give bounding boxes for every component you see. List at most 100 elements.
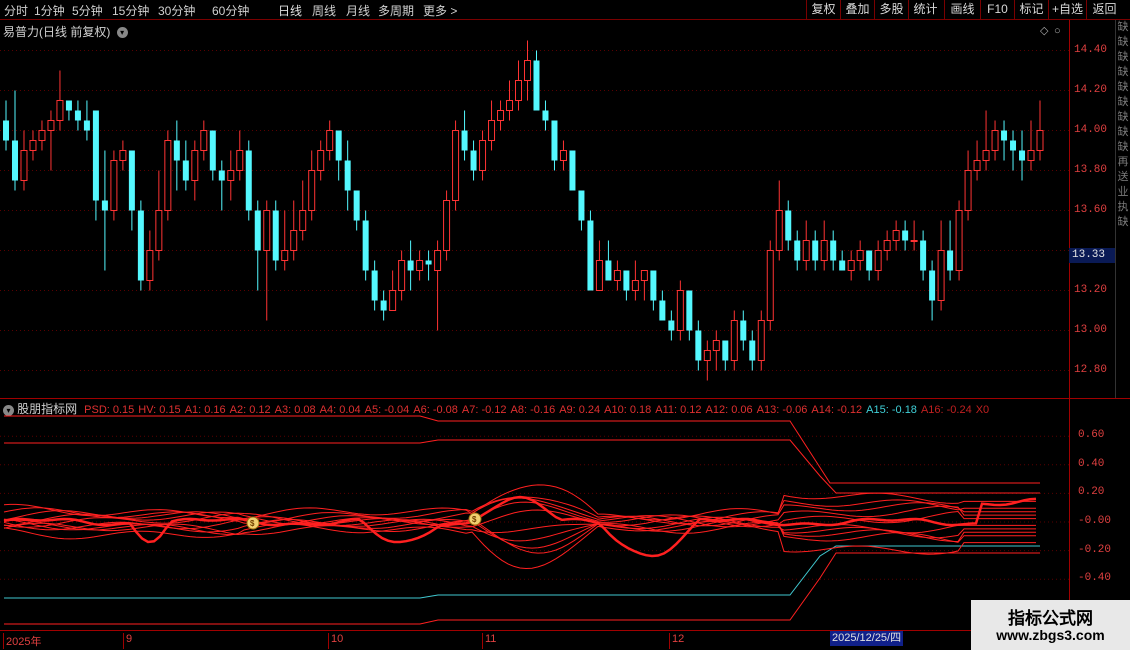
candle bbox=[236, 130, 244, 181]
candle bbox=[263, 200, 271, 321]
candle bbox=[335, 130, 342, 181]
candle bbox=[47, 110, 55, 171]
candle bbox=[101, 150, 108, 271]
candle bbox=[191, 140, 199, 201]
candle bbox=[389, 270, 397, 311]
candle bbox=[65, 100, 72, 121]
candle bbox=[631, 260, 639, 301]
candle bbox=[668, 310, 675, 341]
candle bbox=[398, 250, 406, 301]
price-tick-label: 14.40 bbox=[1074, 43, 1108, 56]
candle bbox=[802, 220, 810, 271]
candle bbox=[595, 240, 603, 291]
price-tick-label: 14.20 bbox=[1074, 83, 1108, 96]
price-tick-label: 12.80 bbox=[1074, 363, 1108, 376]
candle bbox=[533, 50, 540, 111]
candle bbox=[551, 120, 558, 171]
candle bbox=[686, 290, 693, 341]
candle bbox=[623, 270, 630, 301]
candlestick-chart[interactable]: ◇ ○ bbox=[0, 0, 1069, 398]
candle bbox=[434, 240, 442, 331]
watermark-url: www.zbgs3.com bbox=[996, 627, 1105, 643]
candle bbox=[173, 120, 180, 191]
candle bbox=[1001, 120, 1008, 161]
date-cursor-label: 2025/12/25/四 bbox=[830, 631, 904, 646]
candle bbox=[164, 130, 172, 221]
price-tick-label: 13.80 bbox=[1074, 163, 1108, 176]
candle bbox=[578, 190, 585, 231]
indicator-tick-label: -0.20 bbox=[1078, 543, 1112, 556]
candle bbox=[676, 280, 684, 341]
toolbar-button-8[interactable]: 返回 bbox=[1086, 0, 1122, 19]
candle bbox=[245, 140, 252, 221]
candle bbox=[29, 130, 37, 161]
candle bbox=[929, 260, 936, 321]
candle bbox=[523, 40, 531, 101]
candle bbox=[281, 210, 289, 271]
candle bbox=[515, 60, 523, 111]
candle bbox=[740, 310, 747, 351]
date-tick-label: 9 bbox=[123, 633, 132, 649]
candle bbox=[218, 160, 225, 211]
candle bbox=[650, 270, 657, 311]
candle bbox=[785, 200, 792, 251]
candle bbox=[317, 140, 325, 181]
candle bbox=[866, 250, 873, 281]
candle bbox=[569, 150, 576, 191]
candle bbox=[794, 230, 801, 271]
candle bbox=[362, 210, 369, 281]
candle bbox=[659, 290, 666, 321]
candle bbox=[1027, 120, 1035, 171]
svg-text:$: $ bbox=[250, 519, 255, 528]
side-strip-char: 缺 bbox=[1117, 96, 1129, 108]
candle bbox=[883, 230, 891, 261]
candle bbox=[146, 230, 154, 291]
date-tick-label: 10 bbox=[328, 633, 343, 649]
price-tick-label: 13.60 bbox=[1074, 203, 1108, 216]
indicator-line bbox=[3, 521, 1036, 570]
candle bbox=[506, 80, 514, 121]
lower-band-cyan bbox=[4, 545, 1040, 599]
candle bbox=[542, 100, 549, 131]
candle bbox=[749, 330, 756, 371]
candle bbox=[290, 200, 298, 261]
candle bbox=[1036, 100, 1044, 161]
lower-band-outer bbox=[4, 552, 1040, 625]
candle bbox=[488, 100, 496, 151]
candle bbox=[254, 200, 261, 291]
indicator-tick-label: -0.40 bbox=[1078, 572, 1112, 585]
candle bbox=[947, 220, 954, 281]
price-tick-label: 14.00 bbox=[1074, 123, 1108, 136]
candle bbox=[559, 140, 567, 171]
date-tick-label: 12 bbox=[669, 633, 684, 649]
indicator-chart[interactable]: $ $ bbox=[0, 398, 1069, 630]
side-info-strip: 缺缺缺缺缺缺缺缺缺再送业执缺 bbox=[1115, 20, 1130, 398]
candle bbox=[326, 120, 334, 161]
candle bbox=[74, 100, 81, 131]
candle bbox=[227, 150, 235, 201]
candle bbox=[613, 260, 621, 291]
candle bbox=[479, 130, 487, 181]
candle bbox=[461, 110, 468, 161]
candle bbox=[874, 240, 882, 281]
side-strip-char: 再 bbox=[1117, 156, 1129, 168]
side-strip-char: 缺 bbox=[1117, 66, 1129, 78]
candle bbox=[605, 240, 612, 281]
indicator-tick-label: 0.60 bbox=[1078, 429, 1105, 442]
candle bbox=[964, 150, 972, 221]
candle bbox=[902, 220, 909, 251]
candle bbox=[128, 150, 135, 231]
indicator-tick-label: -0.00 bbox=[1078, 515, 1112, 527]
current-price-marker: 13.33 bbox=[1069, 248, 1115, 263]
candle bbox=[119, 140, 127, 171]
candle bbox=[110, 150, 118, 221]
candle bbox=[83, 100, 90, 141]
candle bbox=[1010, 130, 1017, 171]
candle bbox=[775, 180, 783, 261]
side-strip-char: 送 bbox=[1117, 171, 1129, 183]
candle bbox=[308, 150, 316, 221]
candle bbox=[137, 200, 144, 291]
side-strip-char: 缺 bbox=[1117, 81, 1129, 93]
candle bbox=[425, 250, 432, 281]
candle bbox=[955, 200, 963, 281]
